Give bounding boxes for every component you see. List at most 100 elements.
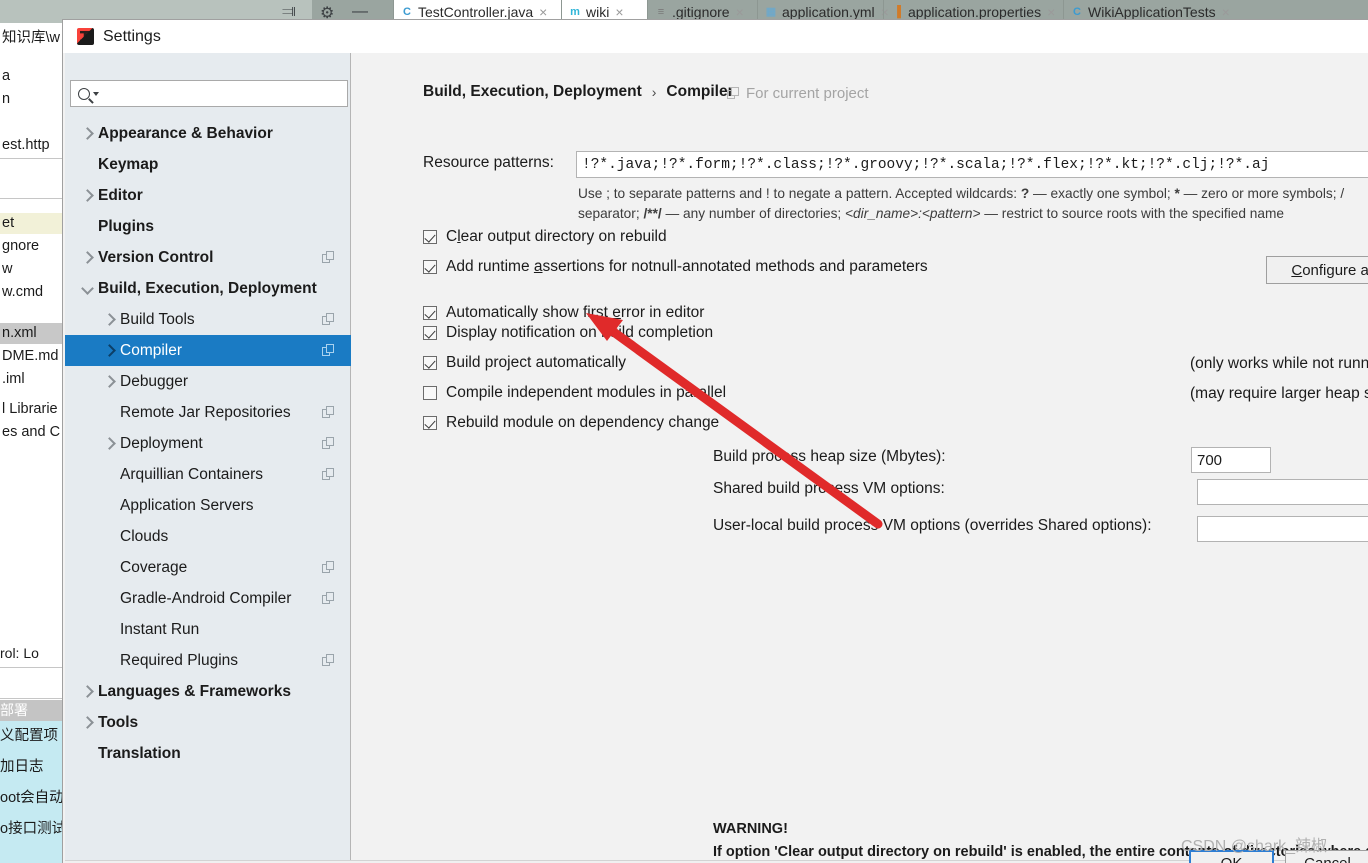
chevron-down-icon[interactable] xyxy=(81,282,94,295)
checkbox-note: (may require larger heap size) xyxy=(1190,385,1368,402)
project-tree-item[interactable]: gnore xyxy=(0,236,62,257)
project-tree-item[interactable]: DME.md xyxy=(0,346,62,367)
checkbox-checked-icon[interactable] xyxy=(423,306,437,320)
editor-tab-label: .gitignore xyxy=(672,3,730,20)
java-test-class-icon: C xyxy=(1073,5,1081,18)
copy-settings-icon xyxy=(322,592,335,605)
sidebar-item-required-plugins[interactable]: Required Plugins xyxy=(65,645,351,676)
project-tree-item[interactable]: est.http xyxy=(0,135,62,156)
sidebar-item-label: Remote Jar Repositories xyxy=(120,403,291,421)
sidebar-item-remote-jar-repositories[interactable]: Remote Jar Repositories xyxy=(65,397,351,428)
sidebar-item-version-control[interactable]: Version Control xyxy=(65,242,351,273)
sidebar-item-build-execution-deployment[interactable]: Build, Execution, Deployment xyxy=(65,273,351,304)
chevron-right-icon[interactable] xyxy=(103,313,116,326)
sidebar-item-plugins[interactable]: Plugins xyxy=(65,211,351,242)
settings-sidebar: Appearance & Behavior Keymap Editor Plugins… xyxy=(65,53,351,863)
checkbox-add-runtime-assertions-for-notnull-annotat[interactable]: Add runtime assertions for notnull-annot… xyxy=(423,258,928,276)
checkbox-rebuild-module-on-dependency-change[interactable]: Rebuild module on dependency change xyxy=(423,414,719,432)
project-tree-item[interactable]: et xyxy=(0,213,62,234)
sidebar-item-coverage[interactable]: Coverage xyxy=(65,552,351,583)
copy-settings-icon xyxy=(322,344,335,357)
chevron-right-icon[interactable] xyxy=(103,437,116,450)
project-tree-item[interactable]: n.xml xyxy=(0,323,62,344)
dialog-title: Settings xyxy=(103,27,161,45)
minimize-icon[interactable]: — xyxy=(352,3,369,20)
close-icon[interactable]: × xyxy=(1222,4,1230,20)
chevron-right-icon[interactable] xyxy=(103,344,116,357)
checkbox-checked-icon[interactable] xyxy=(423,356,437,370)
checkbox-label: Display notification on build completion xyxy=(446,324,714,341)
checkbox-unchecked-icon[interactable] xyxy=(423,386,437,400)
sidebar-item-arquillian-containers[interactable]: Arquillian Containers xyxy=(65,459,351,490)
sidebar-item-clouds[interactable]: Clouds xyxy=(65,521,351,552)
checkbox-build-project-automatically[interactable]: Build project automatically xyxy=(423,354,626,372)
checkbox-checked-icon[interactable] xyxy=(423,326,437,340)
sidebar-item-instant-run[interactable]: Instant Run xyxy=(65,614,351,645)
copy-settings-icon xyxy=(322,251,335,264)
checkbox-automatically-show-first-error-in-editor[interactable]: Automatically show first error in editor xyxy=(423,304,704,322)
checkbox-checked-icon[interactable] xyxy=(423,230,437,244)
checkbox-display-notification-on-build-completion[interactable]: Display notification on build completion xyxy=(423,324,713,342)
properties-file-icon: ▐ xyxy=(893,5,901,18)
settings-category-tree[interactable]: Appearance & Behavior Keymap Editor Plugins… xyxy=(65,118,351,769)
checkbox-checked-icon[interactable] xyxy=(423,260,437,274)
settings-gear-icon[interactable]: ⚙ xyxy=(320,3,337,22)
sidebar-item-translation[interactable]: Translation xyxy=(65,738,351,769)
configure-annotations-button[interactable]: Configure annotations... xyxy=(1266,256,1368,284)
scope-label: For current project xyxy=(746,85,869,102)
checkbox-note: (only works while not running / debuggin… xyxy=(1190,355,1368,372)
chevron-down-icon[interactable] xyxy=(93,91,99,96)
sidebar-item-label: Version Control xyxy=(98,248,214,266)
bottom-panel-tab[interactable]: 部署 xyxy=(0,700,62,721)
sidebar-item-build-tools[interactable]: Build Tools xyxy=(65,304,351,335)
project-tree-item[interactable]: w xyxy=(0,259,62,280)
hint-dirname-pattern: <dir_name>:<pattern> xyxy=(845,206,981,221)
divider xyxy=(0,198,62,199)
sidebar-item-debugger[interactable]: Debugger xyxy=(65,366,351,397)
scope-indicator[interactable]: For current project xyxy=(727,85,869,102)
collapse-all-icon[interactable]: ⫥ xyxy=(282,3,299,20)
sidebar-item-editor[interactable]: Editor xyxy=(65,180,351,211)
sidebar-item-gradle-android-compiler[interactable]: Gradle-Android Compiler xyxy=(65,583,351,614)
field-input-user-local-build-process-vm-op[interactable] xyxy=(1197,516,1368,542)
sidebar-item-deployment[interactable]: Deployment xyxy=(65,428,351,459)
close-icon[interactable]: × xyxy=(1047,4,1055,20)
field-input-shared-build-process-vm-option[interactable] xyxy=(1197,479,1368,505)
chevron-right-icon[interactable] xyxy=(81,716,94,729)
project-tree-item[interactable]: a xyxy=(0,66,62,87)
project-tree-item[interactable]: 知识库\w xyxy=(0,28,62,49)
checkbox-compile-independent-modules-in-parallel[interactable]: Compile independent modules in parallel xyxy=(423,384,726,402)
project-tree-item[interactable]: .iml xyxy=(0,369,62,390)
text-file-icon: ≡ xyxy=(657,5,665,18)
chevron-right-icon[interactable] xyxy=(81,189,94,202)
sidebar-item-keymap[interactable]: Keymap xyxy=(65,149,351,180)
resource-patterns-input[interactable] xyxy=(576,151,1368,178)
resource-patterns-label: Resource patterns: xyxy=(423,154,554,171)
sidebar-item-tools[interactable]: Tools xyxy=(65,707,351,738)
sidebar-item-languages-frameworks[interactable]: Languages & Frameworks xyxy=(65,676,351,707)
close-icon[interactable]: × xyxy=(615,4,623,20)
project-tree-item[interactable]: es and C xyxy=(0,422,62,443)
project-tree-item[interactable]: n xyxy=(0,89,62,110)
project-tree-item[interactable] xyxy=(0,112,62,133)
chevron-right-icon[interactable] xyxy=(81,251,94,264)
chevron-right-icon[interactable] xyxy=(103,375,116,388)
chevron-right-icon[interactable] xyxy=(81,685,94,698)
sidebar-item-appearance-behavior[interactable]: Appearance & Behavior xyxy=(65,118,351,149)
close-icon[interactable]: × xyxy=(736,4,744,20)
project-tree-item[interactable]: l Librarie xyxy=(0,399,62,420)
checkbox-checked-icon[interactable] xyxy=(423,416,437,430)
checkbox-clear-output-directory-on-rebuild[interactable]: Clear output directory on rebuild xyxy=(423,228,667,246)
settings-search-box[interactable] xyxy=(70,80,348,107)
copy-settings-icon xyxy=(322,437,335,450)
project-tree-item[interactable]: w.cmd xyxy=(0,282,62,303)
sidebar-item-application-servers[interactable]: Application Servers xyxy=(65,490,351,521)
checkbox-label: Clear output directory on rebuild xyxy=(446,228,667,246)
close-icon[interactable]: × xyxy=(539,4,547,20)
breadcrumb-separator-icon: › xyxy=(651,84,657,100)
sidebar-item-compiler[interactable]: Compiler xyxy=(65,335,351,366)
chevron-right-icon[interactable] xyxy=(81,127,94,140)
field-input-build-process-heap-size-mbytes[interactable] xyxy=(1191,447,1271,473)
hint-part: — exactly one symbol; xyxy=(1029,186,1175,201)
search-input[interactable] xyxy=(102,82,347,105)
